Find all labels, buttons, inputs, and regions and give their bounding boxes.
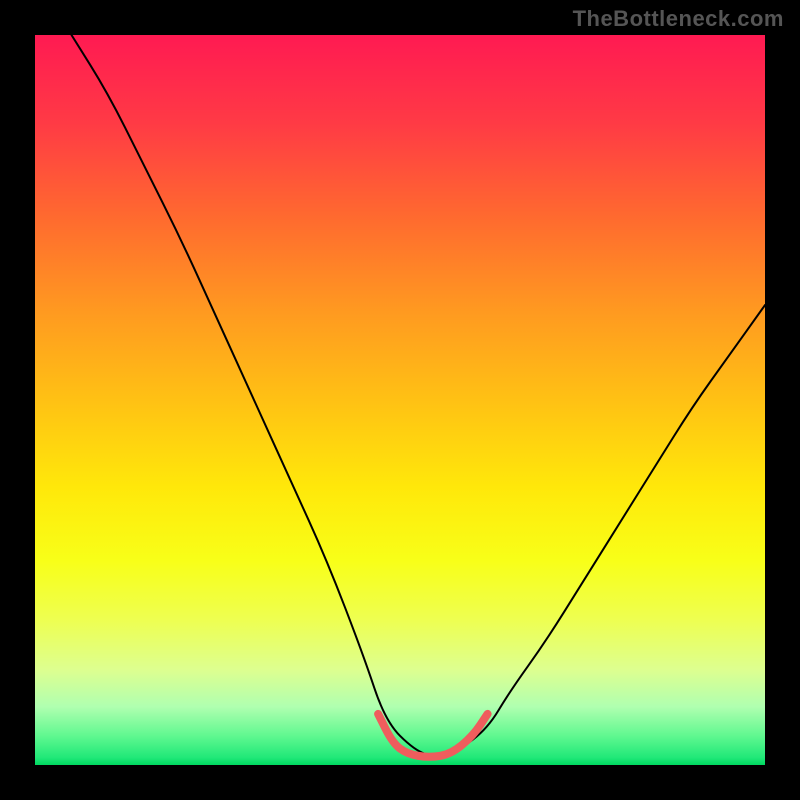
curve-svg xyxy=(35,35,765,765)
bottleneck-curve xyxy=(72,35,766,756)
chart-container: TheBottleneck.com xyxy=(0,0,800,800)
curve-group xyxy=(72,35,766,757)
plot-area xyxy=(35,35,765,765)
watermark-text: TheBottleneck.com xyxy=(573,6,784,32)
sweet-spot-highlight xyxy=(378,714,488,757)
